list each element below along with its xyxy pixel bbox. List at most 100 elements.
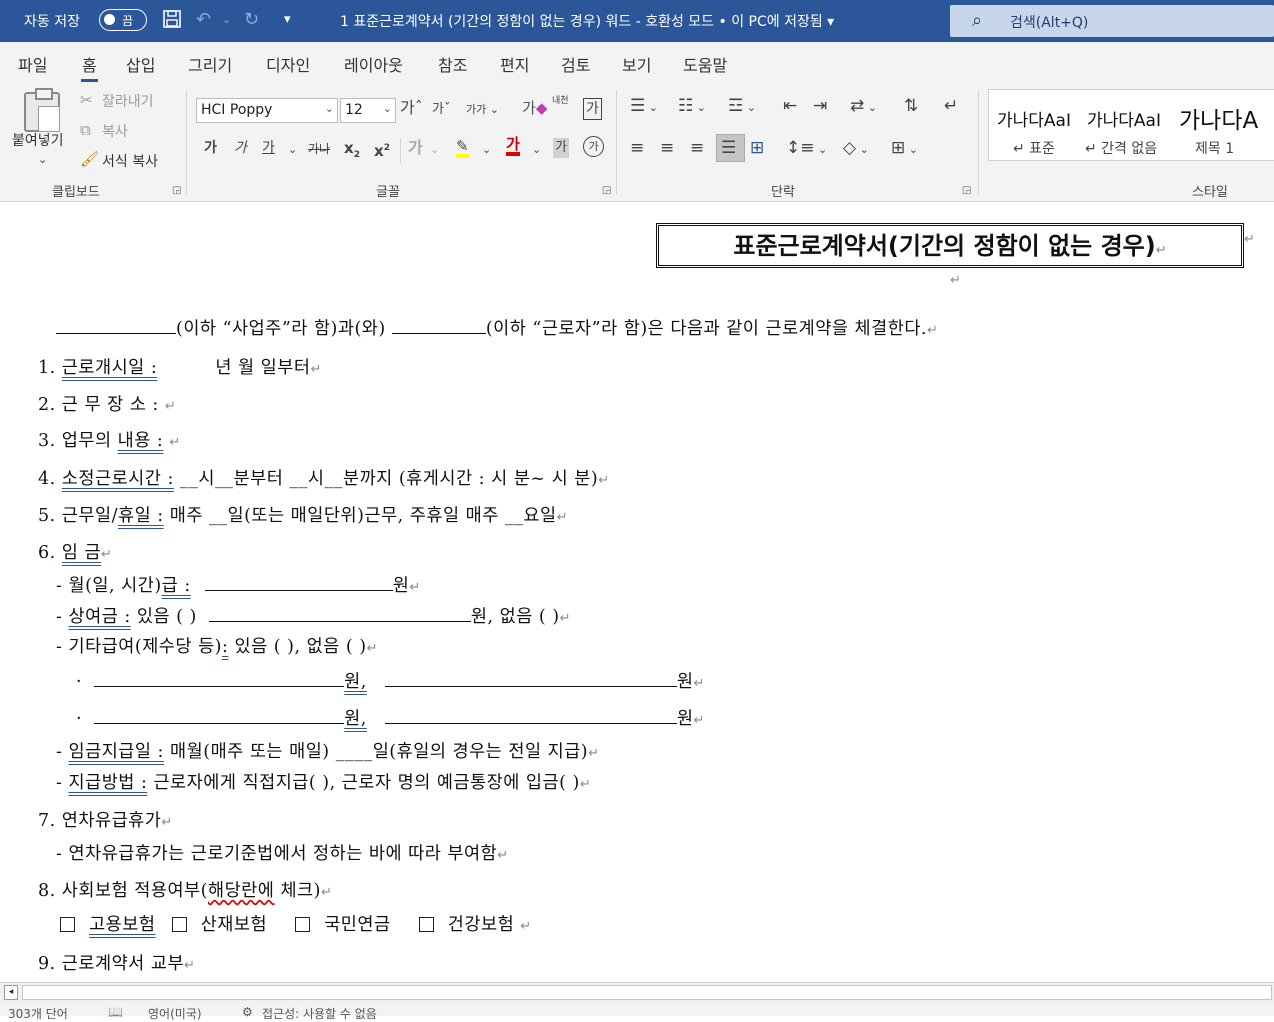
- undo-dropdown-icon[interactable]: ⌄: [222, 9, 231, 31]
- format-painter-icon[interactable]: 🖌: [80, 149, 99, 169]
- shading-icon[interactable]: ◇ ⌄: [843, 138, 869, 160]
- item-1: 1. 근로개시일 : 년 월 일부터↵: [38, 358, 322, 378]
- insurance-checkboxes: 고용보험 산재보험 국민연금 건강보험 ↵: [60, 911, 532, 936]
- tab-design[interactable]: 디자인: [266, 52, 310, 76]
- numbering-icon[interactable]: ☷ ⌄: [678, 96, 706, 118]
- checkbox-industrial-accident[interactable]: [171, 917, 187, 932]
- justify-icon[interactable]: ☰: [721, 138, 736, 158]
- cut-button[interactable]: 잘라내기: [102, 91, 154, 111]
- style-heading-1[interactable]: 가나다A 제목 1: [1175, 90, 1274, 162]
- tab-mailings[interactable]: 편지: [500, 52, 529, 76]
- tab-home[interactable]: 홈: [81, 52, 98, 82]
- accessibility-icon[interactable]: ⚙: [242, 1005, 253, 1019]
- text-direction-icon[interactable]: ⇄ ⌄: [850, 96, 877, 118]
- tab-draw[interactable]: 그리기: [188, 52, 232, 76]
- change-case-icon[interactable]: 가가 ⌄: [466, 100, 499, 120]
- autosave-state: 끔: [122, 14, 134, 28]
- scroll-thumb[interactable]: [22, 985, 1272, 1000]
- bold-icon[interactable]: 가: [204, 138, 217, 158]
- strikethrough-icon[interactable]: 가나: [308, 139, 330, 159]
- paste-button[interactable]: 붙여넣기: [12, 130, 64, 150]
- proofing-icon[interactable]: 📖: [108, 1005, 123, 1019]
- accessibility-status[interactable]: 접근성: 사용할 수 없음: [262, 1005, 377, 1022]
- enclose-characters-icon[interactable]: 가: [583, 136, 604, 157]
- tab-file[interactable]: 파일: [18, 52, 47, 76]
- tab-insert[interactable]: 삽입: [126, 52, 155, 76]
- style-name: ↵ 표준: [1013, 141, 1055, 157]
- bullets-icon[interactable]: ☰ ⌄: [630, 96, 658, 118]
- item-2: 2. 근 무 장 소 : ↵: [38, 395, 177, 415]
- italic-icon[interactable]: 가: [234, 138, 247, 158]
- redo-icon[interactable]: ↻: [244, 9, 259, 31]
- underline-dropdown-icon[interactable]: ⌄: [288, 140, 297, 160]
- paragraph-launcher-icon[interactable]: ◲: [962, 185, 971, 196]
- sort-icon[interactable]: ⇅: [904, 96, 918, 116]
- character-shading-icon[interactable]: 가: [553, 138, 569, 158]
- align-left-icon[interactable]: ≡: [630, 138, 644, 158]
- search-box[interactable]: ⌕ 검색(Alt+Q): [950, 5, 1274, 37]
- item-7-sub: - 연차유급휴가는 근로기준법에서 정하는 바에 따라 부여함↵: [56, 844, 509, 864]
- tab-layout[interactable]: 레이아웃: [344, 52, 403, 76]
- show-paragraph-marks-icon[interactable]: ↵: [944, 96, 958, 116]
- tab-review[interactable]: 검토: [561, 52, 590, 76]
- clear-formatting-icon[interactable]: 가◆: [522, 98, 547, 118]
- superscript-icon[interactable]: x2: [374, 138, 390, 161]
- styles-group-label: 스타일: [1192, 185, 1228, 200]
- highlight-icon[interactable]: ✎: [456, 138, 469, 158]
- item-5: 5. 근무일/휴일 : 매주 __일(또는 매일단위)근무, 주휴일 매주 __…: [38, 506, 568, 526]
- scroll-left-icon[interactable]: ◂: [4, 985, 18, 1000]
- borders-icon[interactable]: ⊞ ⌄: [891, 138, 918, 160]
- save-icon[interactable]: [162, 9, 182, 35]
- grow-font-icon[interactable]: 가ˆ: [400, 98, 423, 118]
- font-color-dropdown-icon[interactable]: ⌄: [532, 140, 541, 160]
- document-page[interactable]: 표준근로계약서(기간의 정함이 없는 경우)↵ ↵ ↵ (이하 “사업주”라 함…: [0, 202, 1274, 982]
- clipboard-launcher-icon[interactable]: ◲: [172, 185, 181, 196]
- document-title-box: 표준근로계약서(기간의 정함이 없는 경우)↵: [656, 223, 1244, 268]
- shrink-font-icon[interactable]: 가ˇ: [432, 100, 450, 120]
- window-title[interactable]: 1 표준근로계약서 (기간의 정함이 없는 경우) 워드 - 호환성 모드 • …: [340, 11, 834, 31]
- paragraph-group-label: 단락: [771, 185, 795, 200]
- increase-indent-icon[interactable]: ⇥: [813, 96, 827, 116]
- horizontal-scrollbar[interactable]: ◂: [0, 982, 1274, 1002]
- distributed-icon[interactable]: ⊞: [750, 138, 764, 158]
- tab-references[interactable]: 참조: [438, 52, 467, 76]
- language[interactable]: 영어(미국): [148, 1005, 202, 1022]
- word-count[interactable]: 303개 단어: [8, 1005, 68, 1022]
- phonetic-guide-icon[interactable]: 내천: [552, 96, 569, 106]
- checkbox-employment-insurance[interactable]: [60, 917, 75, 932]
- font-name-combo[interactable]: HCI Poppy ⌄: [196, 98, 338, 123]
- checkbox-national-pension[interactable]: [295, 917, 311, 932]
- format-painter-button[interactable]: 서식 복사: [102, 151, 158, 171]
- character-border-icon[interactable]: 가: [583, 98, 602, 120]
- text-effects-dropdown-icon[interactable]: ⌄: [430, 140, 439, 160]
- subscript-icon[interactable]: x2: [344, 138, 360, 165]
- font-launcher-icon[interactable]: ◲: [602, 185, 611, 196]
- paste-dropdown-icon[interactable]: ⌄: [38, 150, 47, 170]
- checkbox-health-insurance[interactable]: [418, 917, 434, 932]
- group-separator: [978, 90, 979, 194]
- multilevel-list-icon[interactable]: ☲ ⌄: [728, 96, 756, 118]
- tab-view[interactable]: 보기: [622, 52, 651, 76]
- paste-icon[interactable]: [24, 88, 60, 132]
- undo-icon[interactable]: ↶: [196, 9, 211, 31]
- cut-icon[interactable]: ✂: [80, 90, 93, 110]
- underline-icon[interactable]: 가: [262, 138, 275, 158]
- align-right-icon[interactable]: ≡: [690, 138, 704, 158]
- highlight-dropdown-icon[interactable]: ⌄: [482, 140, 491, 160]
- style-preview: 가나다A: [1179, 108, 1259, 134]
- chevron-down-icon: ⌄: [324, 102, 334, 115]
- decrease-indent-icon[interactable]: ⇤: [783, 96, 797, 116]
- tab-help[interactable]: 도움말: [683, 52, 727, 76]
- styles-gallery: 가나다AaI ↵ 표준 가나다AaI ↵ 간격 없음 가나다A 제목 1: [988, 89, 1274, 161]
- line-spacing-icon[interactable]: ↕≡ ⌄: [786, 138, 827, 160]
- copy-button[interactable]: 복사: [102, 121, 128, 141]
- font-color-icon[interactable]: 가: [506, 136, 520, 156]
- copy-icon[interactable]: ⧉: [80, 120, 91, 140]
- text-effects-icon[interactable]: 가: [408, 138, 423, 158]
- style-no-spacing[interactable]: 가나다AaI ↵ 간격 없음: [1081, 90, 1171, 162]
- customize-qat-icon[interactable]: ▾: [284, 9, 291, 31]
- font-size-combo[interactable]: 12 ⌄: [340, 98, 396, 123]
- align-center-icon[interactable]: ≡: [660, 138, 674, 158]
- style-normal[interactable]: 가나다AaI ↵ 표준: [989, 90, 1079, 162]
- autosave-toggle[interactable]: 끔: [99, 9, 147, 31]
